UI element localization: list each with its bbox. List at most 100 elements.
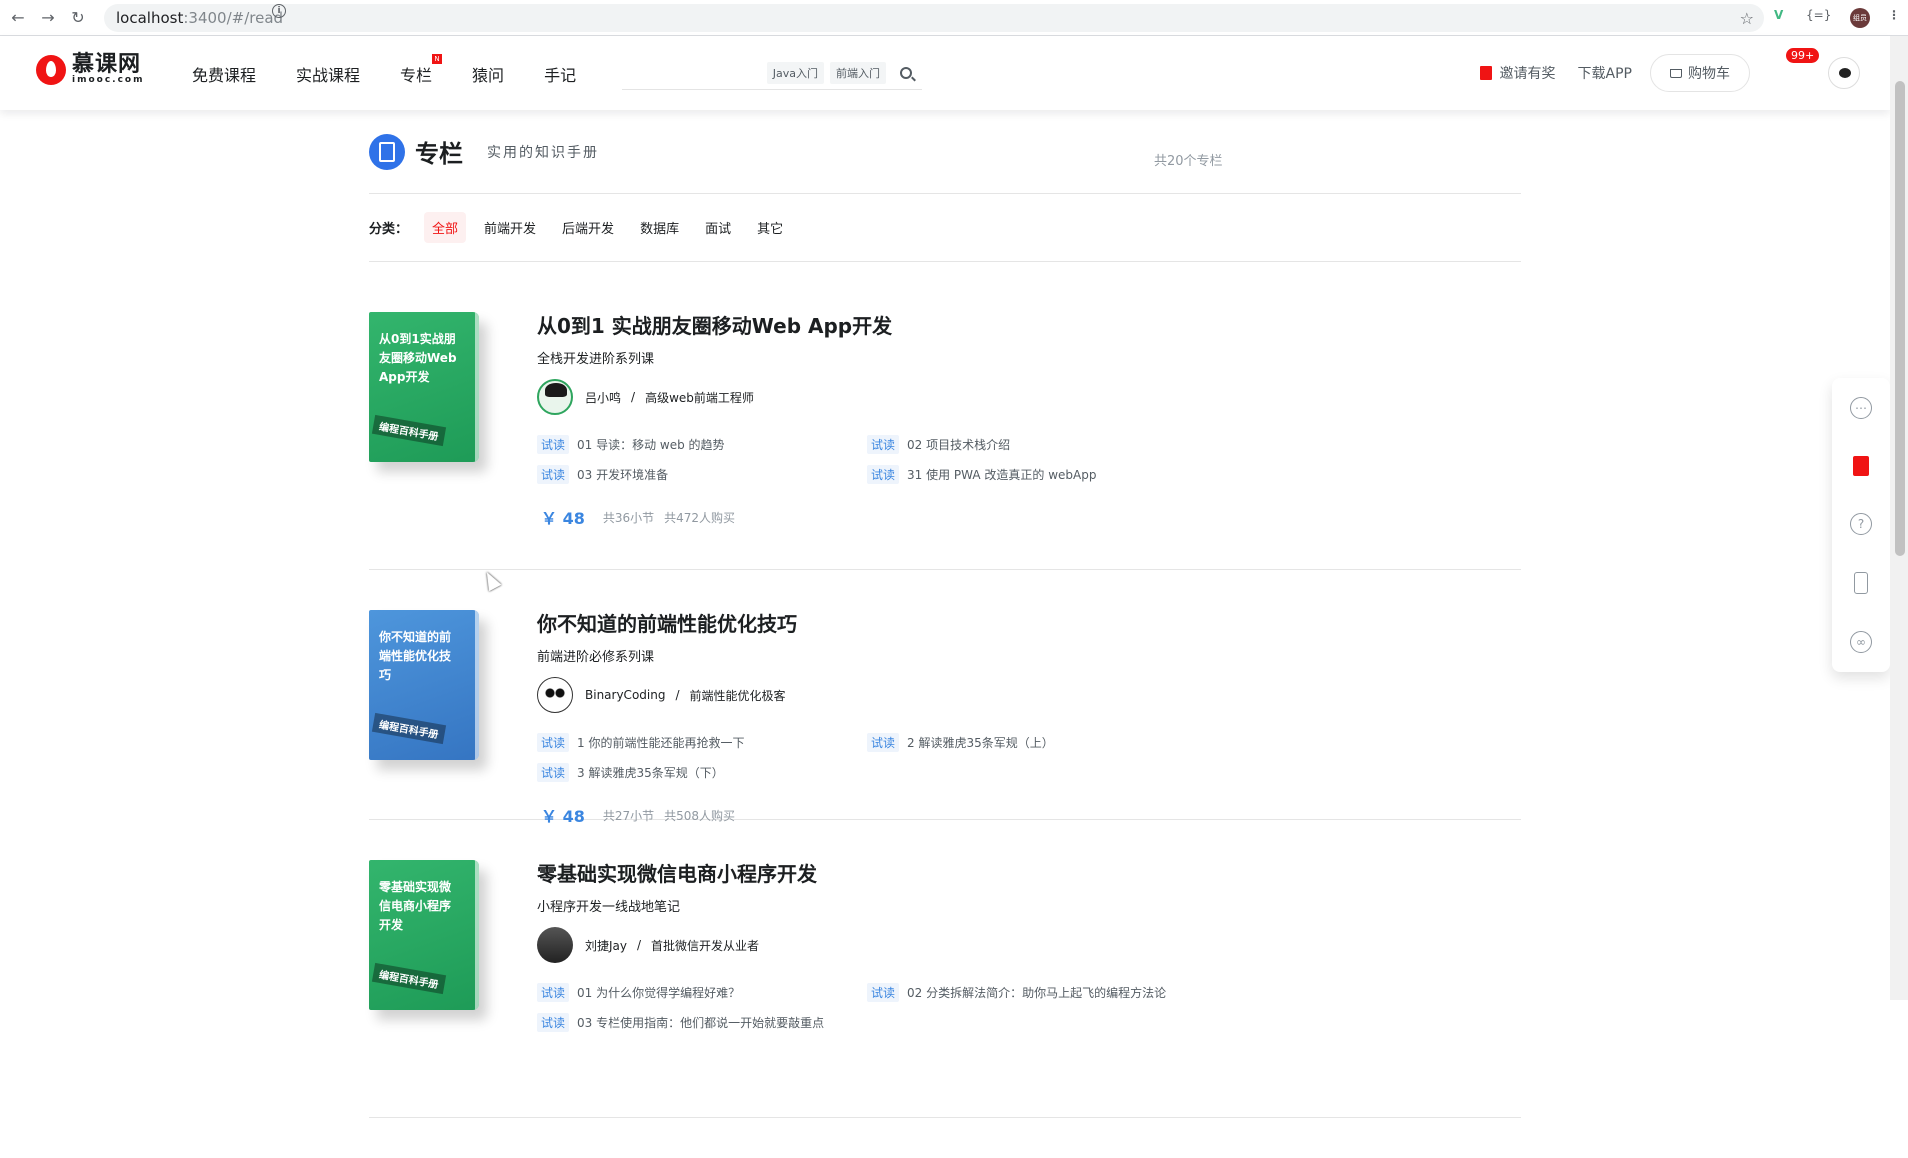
price: ￥ 48	[541, 509, 585, 528]
notification-count: 99+	[1786, 48, 1820, 63]
invite-label: 邀请有奖	[1499, 66, 1556, 82]
column-card[interactable]: 零基础实现微信电商小程序开发 编程百科手册 零基础实现微信电商小程序开发 小程序…	[369, 860, 1521, 1118]
trial-chapter[interactable]: 试读 3 解读雅虎35条军规（下）	[537, 757, 867, 787]
scroll-thumb[interactable]	[1895, 81, 1905, 556]
cover-title: 你不知道的前端性能优化技巧	[379, 630, 452, 682]
price: ￥ 48	[541, 807, 585, 826]
back-icon[interactable]: ←	[6, 6, 30, 30]
nav-notes[interactable]: 手记	[544, 62, 576, 86]
page-scrollbar[interactable]	[1890, 36, 1908, 1000]
browser-toolbar: ← → ↻ i localhost :3400/#/read ☆ V {=} 组…	[0, 0, 1908, 36]
gift-icon	[1479, 66, 1492, 80]
filter-frontend[interactable]: 前端开发	[476, 212, 544, 243]
json-viewer-icon[interactable]: {=}	[1806, 8, 1831, 22]
nav-qa[interactable]: 猿问	[472, 62, 504, 86]
invite-link[interactable]: 邀请有奖	[1479, 63, 1556, 83]
column-title[interactable]: 从0到1 实战朋友圈移动Web App开发	[537, 312, 1521, 340]
filter-all[interactable]: 全部	[424, 212, 467, 243]
column-title[interactable]: 你不知道的前端性能优化技巧	[537, 610, 1521, 638]
column-list: 从0到1实战朋友圈移动Web App开发 编程百科手册 从0到1 实战朋友圈移动…	[369, 262, 1521, 1118]
nav-practical-courses[interactable]: 实战课程	[296, 62, 360, 86]
search-box[interactable]: Java入门 前端入门	[622, 56, 922, 90]
browser-menu-icon[interactable]: ⋮	[1888, 8, 1900, 22]
trial-badge: 试读	[867, 434, 900, 454]
chapter-title: 03 专栏使用指南：他们都说一开始就要敲重点	[577, 1015, 825, 1030]
trial-chapter[interactable]: 试读 02 项目技术栈介绍	[867, 429, 1197, 459]
trial-chapters: 试读 1 你的前端性能还能再抢救一下 试读 2 解读雅虎35条军规（上） 试读 3 解…	[537, 727, 1521, 787]
section-count: 共36小节	[602, 510, 655, 525]
trial-chapter[interactable]: 试读 2 解读雅虎35条军规（上）	[867, 727, 1197, 757]
trial-chapter[interactable]: 试读 1 你的前端性能还能再抢救一下	[537, 727, 867, 757]
cover-title: 从0到1实战朋友圈移动Web App开发	[379, 332, 457, 384]
trial-chapter[interactable]: 试读 31 使用 PWA 改造真正的 webApp	[867, 459, 1197, 489]
book-cover[interactable]: 零基础实现微信电商小程序开发 编程百科手册	[369, 860, 479, 1010]
chapter-title: 3 解读雅虎35条军规（下）	[577, 765, 724, 780]
nav-free-courses[interactable]: 免费课程	[192, 62, 256, 86]
trial-badge: 试读	[867, 732, 900, 752]
new-badge: N	[432, 54, 443, 64]
vue-devtools-icon[interactable]: V	[1774, 8, 1783, 22]
book-cover[interactable]: 从0到1实战朋友圈移动Web App开发 编程百科手册	[369, 312, 479, 462]
chapter-title: 2 解读雅虎35条军规（上）	[907, 735, 1054, 750]
chapter-title: 02 项目技术栈介绍	[907, 437, 1011, 452]
forward-icon[interactable]: →	[36, 6, 60, 30]
site-logo[interactable]: 慕课网 imooc.com	[36, 54, 144, 85]
column-card[interactable]: 你不知道的前端性能优化技巧 编程百科手册 你不知道的前端性能优化技巧 前端进阶必…	[369, 610, 1521, 826]
message-icon[interactable]: ⋯	[1850, 396, 1872, 419]
notification-bell[interactable]: 99+	[1780, 48, 1820, 82]
address-bar[interactable]: i localhost :3400/#/read ☆	[104, 4, 1764, 32]
column-title[interactable]: 零基础实现微信电商小程序开发	[537, 860, 1521, 888]
trial-chapter[interactable]: 试读 02 分类拆解法简介：助你马上起飞的编程方法论	[867, 977, 1197, 1007]
nav-columns-label: 专栏	[400, 66, 433, 85]
wechat-icon[interactable]: ∞	[1850, 631, 1872, 654]
search-tag[interactable]: Java入门	[766, 61, 824, 84]
chapter-title: 01 为什么你觉得学编程好难？	[577, 985, 741, 1000]
filter-database[interactable]: 数据库	[632, 212, 687, 243]
search-icon[interactable]	[900, 66, 912, 79]
trial-badge: 试读	[867, 464, 900, 484]
trial-badge: 试读	[537, 732, 570, 752]
author-avatar	[537, 379, 573, 415]
gift-icon[interactable]	[1853, 455, 1869, 476]
nav-columns[interactable]: 专栏 N	[400, 54, 443, 86]
section-count: 共27小节	[602, 808, 655, 823]
separator: /	[675, 688, 680, 702]
user-avatar[interactable]	[1828, 57, 1860, 89]
column-card[interactable]: 从0到1实战朋友圈移动Web App开发 编程百科手册 从0到1 实战朋友圈移动…	[369, 312, 1521, 570]
filter-other[interactable]: 其它	[749, 212, 791, 243]
book-cover[interactable]: 你不知道的前端性能优化技巧 编程百科手册	[369, 610, 479, 760]
reload-icon[interactable]: ↻	[66, 6, 90, 30]
category-filter: 分类： 全部 前端开发 后端开发 数据库 面试 其它	[369, 194, 1521, 262]
cover-label: 编程百科手册	[371, 414, 447, 447]
cart-icon	[1670, 68, 1682, 78]
bookmark-star-icon[interactable]: ☆	[1740, 9, 1754, 28]
download-app-link[interactable]: 下载APP	[1578, 63, 1632, 83]
page-title: 专栏	[415, 140, 463, 168]
separator: /	[631, 390, 636, 404]
trial-chapter[interactable]: 试读 01 导读：移动 web 的趋势	[537, 429, 867, 459]
trial-badge: 试读	[537, 762, 570, 782]
buyer-count: 共508人购买	[664, 808, 736, 823]
buyer-count: 共472人购买	[664, 510, 736, 525]
app-icon[interactable]	[1854, 572, 1868, 595]
trial-badge: 试读	[537, 982, 570, 1002]
trial-chapter[interactable]: 试读 01 为什么你觉得学编程好难？	[537, 977, 867, 1007]
chapter-title: 02 分类拆解法简介：助你马上起飞的编程方法论	[907, 985, 1167, 1000]
column-meta: ￥ 48 共36小节 共472人购买	[537, 505, 1521, 529]
cart-button[interactable]: 购物车	[1650, 54, 1750, 92]
profile-avatar[interactable]: 组员	[1850, 8, 1870, 28]
url-path: :3400/#/read	[183, 9, 284, 27]
filter-interview[interactable]: 面试	[697, 212, 739, 243]
trial-chapter[interactable]: 试读 03 开发环境准备	[537, 459, 867, 489]
trial-chapters: 试读 01 导读：移动 web 的趋势 试读 02 项目技术栈介绍 试读 03 开发环…	[537, 429, 1521, 489]
site-info-icon[interactable]: i	[272, 4, 286, 18]
column-meta: ￥ 48 共27小节 共508人购买	[537, 803, 1521, 827]
help-icon[interactable]: ?	[1850, 512, 1872, 535]
search-tag[interactable]: 前端入门	[830, 61, 886, 84]
logo-domain: imooc.com	[72, 75, 145, 85]
author-info: 刘捷Jay / 首批微信开发从业者	[537, 927, 1521, 963]
filter-backend[interactable]: 后端开发	[554, 212, 622, 243]
trial-badge: 试读	[537, 464, 570, 484]
author-name: 刘捷Jay	[585, 938, 627, 953]
trial-chapter[interactable]: 试读 03 专栏使用指南：他们都说一开始就要敲重点	[537, 1007, 867, 1037]
